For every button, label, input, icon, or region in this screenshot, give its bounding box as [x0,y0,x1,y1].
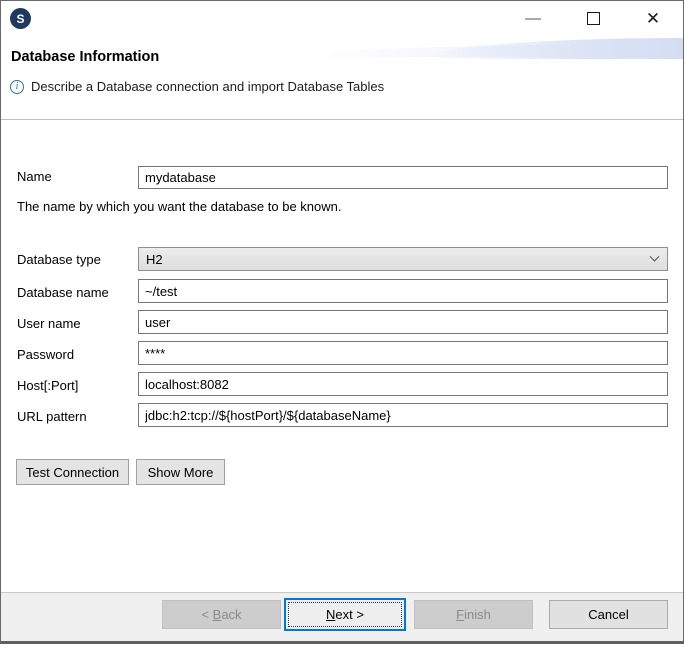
page-description-row: i Describe a Database connection and imp… [10,79,384,94]
info-icon: i [10,80,24,94]
finish-button[interactable]: Finish [414,600,533,629]
password-input[interactable] [138,341,668,365]
database-type-label: Database type [17,252,101,267]
username-input[interactable] [138,310,668,334]
minimize-icon [525,18,541,20]
window-controls: ✕ [503,1,683,36]
name-input[interactable] [138,166,668,189]
page-title: Database Information [11,49,159,65]
chevron-down-icon [650,251,660,261]
database-type-select[interactable]: H2 [138,247,668,271]
database-name-label: Database name [17,285,109,300]
wizard-banner: Database Information i Describe a Databa… [1,36,683,120]
test-connection-button[interactable]: Test Connection [16,459,129,485]
name-label: Name [17,169,52,184]
app-logo-icon: S [10,8,31,29]
next-button-label: Next > [326,607,364,622]
maximize-icon [587,12,600,25]
username-label: User name [17,316,81,331]
back-button-label: < Back [201,607,241,622]
database-name-input[interactable] [138,279,668,303]
host-port-label: Host[:Port] [17,378,78,393]
minimize-button[interactable] [503,1,563,36]
banner-swoosh [425,38,683,59]
cancel-button-label: Cancel [588,607,628,622]
host-port-input[interactable] [138,372,668,396]
url-pattern-label: URL pattern [17,409,87,424]
page-description: Describe a Database connection and impor… [31,79,384,94]
cancel-button[interactable]: Cancel [549,600,668,629]
database-type-value: H2 [146,252,163,267]
show-more-button[interactable]: Show More [136,459,225,485]
titlebar[interactable]: S ✕ [1,1,683,36]
wizard-dialog-window: S ✕ Database Information i Describe a Da… [0,0,684,644]
close-button[interactable]: ✕ [623,1,683,36]
finish-button-label: Finish [456,607,491,622]
back-button[interactable]: < Back [162,600,281,629]
password-label: Password [17,347,74,362]
next-button[interactable]: Next > [284,598,406,631]
maximize-button[interactable] [563,1,623,36]
name-hint: The name by which you want the database … [17,199,341,214]
close-icon: ✕ [646,10,660,27]
url-pattern-input[interactable] [138,403,668,427]
